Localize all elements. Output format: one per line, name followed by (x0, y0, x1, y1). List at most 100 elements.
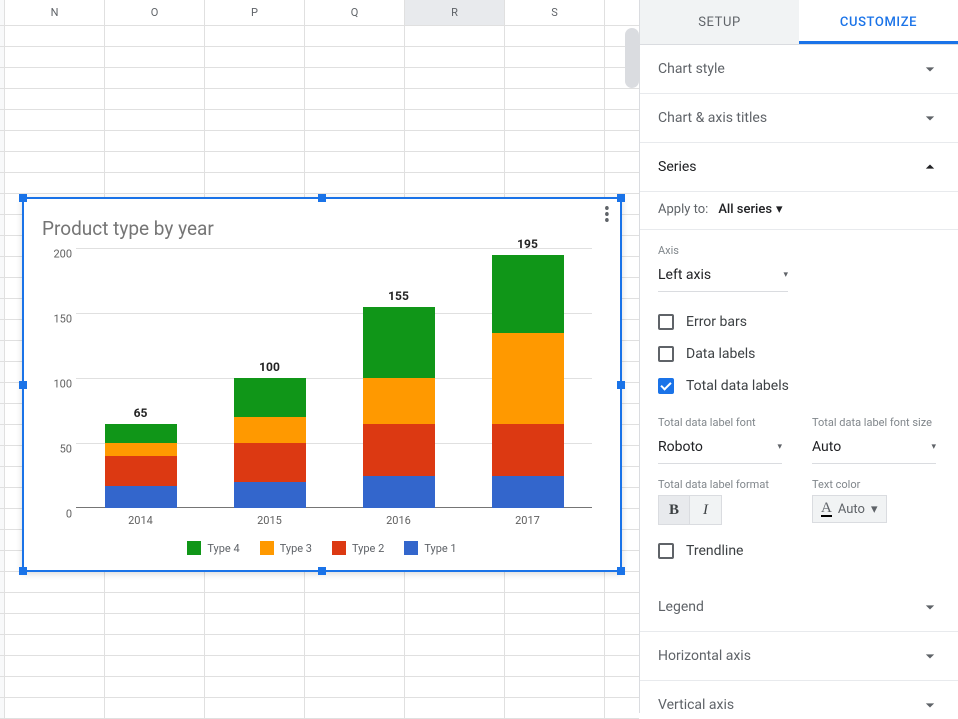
grid-row[interactable] (0, 677, 639, 698)
cell[interactable] (405, 152, 505, 172)
cell[interactable] (205, 110, 305, 130)
cell[interactable] (405, 173, 505, 193)
bar-segment-type-1[interactable] (105, 486, 177, 508)
cell[interactable] (505, 26, 605, 46)
cell[interactable] (5, 635, 105, 655)
cell[interactable] (505, 152, 605, 172)
checkbox-unchecked-icon[interactable] (658, 543, 674, 559)
bar-segment-type-1[interactable] (363, 476, 435, 509)
grid-row[interactable] (0, 26, 639, 47)
bar-segment-type-4[interactable] (105, 424, 177, 444)
legend-item-type-4[interactable]: Type 4 (187, 541, 239, 555)
grid-row[interactable] (0, 131, 639, 152)
tab-setup[interactable]: SETUP (640, 0, 799, 44)
cell[interactable] (5, 152, 105, 172)
accordion-series[interactable]: Series (640, 143, 958, 192)
bar-2014[interactable]: 65 (76, 248, 205, 508)
cell[interactable] (405, 89, 505, 109)
error-bars-checkbox-row[interactable]: Error bars (658, 306, 940, 338)
cell[interactable] (305, 572, 405, 592)
cell[interactable] (105, 572, 205, 592)
plot-area[interactable]: 05010015020065100155195 (76, 248, 592, 508)
cell[interactable] (405, 26, 505, 46)
column-header-O[interactable]: O (105, 0, 205, 25)
cell[interactable] (5, 173, 105, 193)
cell[interactable] (405, 656, 505, 676)
chart-options-icon[interactable]: ••• (604, 207, 610, 225)
grid-row[interactable] (0, 47, 639, 68)
cell[interactable] (405, 635, 505, 655)
axis-dropdown[interactable]: Left axis ▾ (658, 261, 788, 292)
checkbox-unchecked-icon[interactable] (658, 314, 674, 330)
checkbox-checked-icon[interactable] (658, 378, 674, 394)
cell[interactable] (205, 593, 305, 613)
cell[interactable] (105, 656, 205, 676)
cell[interactable] (5, 677, 105, 697)
legend-item-type-2[interactable]: Type 2 (332, 541, 384, 555)
cell[interactable] (505, 572, 605, 592)
grid-row[interactable] (0, 572, 639, 593)
cell[interactable] (205, 635, 305, 655)
cell[interactable] (5, 26, 105, 46)
column-header-P[interactable]: P (205, 0, 305, 25)
cell[interactable] (305, 593, 405, 613)
accordion-horizontal-axis[interactable]: Horizontal axis (640, 632, 958, 681)
grid-row[interactable] (0, 614, 639, 635)
cell[interactable] (205, 173, 305, 193)
cell[interactable] (205, 677, 305, 697)
cell[interactable] (205, 698, 305, 718)
cell[interactable] (105, 614, 205, 634)
cell[interactable] (5, 656, 105, 676)
cell[interactable] (205, 614, 305, 634)
grid-row[interactable] (0, 152, 639, 173)
cell[interactable] (305, 656, 405, 676)
cell[interactable] (505, 593, 605, 613)
bar-segment-type-2[interactable] (492, 424, 564, 476)
cell[interactable] (205, 89, 305, 109)
cell[interactable] (505, 677, 605, 697)
cell[interactable] (505, 173, 605, 193)
cell[interactable] (405, 614, 505, 634)
cell[interactable] (505, 68, 605, 88)
cell[interactable] (505, 698, 605, 718)
cell[interactable] (405, 110, 505, 130)
cell[interactable] (105, 110, 205, 130)
cell[interactable] (105, 89, 205, 109)
chart-editor-selection[interactable]: ••• Product type by year 050100150200651… (22, 197, 622, 572)
checkbox-unchecked-icon[interactable] (658, 346, 674, 362)
accordion-vertical-axis[interactable]: Vertical axis (640, 681, 958, 713)
cell[interactable] (205, 68, 305, 88)
bar-segment-type-3[interactable] (234, 417, 306, 443)
cell[interactable] (105, 173, 205, 193)
cell[interactable] (405, 593, 505, 613)
column-header-N[interactable]: N (5, 0, 105, 25)
data-labels-checkbox-row[interactable]: Data labels (658, 338, 940, 370)
cell[interactable] (5, 698, 105, 718)
italic-button[interactable]: I (690, 495, 722, 525)
cell[interactable] (305, 635, 405, 655)
cell[interactable] (505, 47, 605, 67)
cell[interactable] (105, 47, 205, 67)
vertical-scrollbar[interactable] (625, 28, 639, 88)
cell[interactable] (405, 677, 505, 697)
cell[interactable] (505, 89, 605, 109)
legend-item-type-1[interactable]: Type 1 (404, 541, 456, 555)
grid-row[interactable] (0, 593, 639, 614)
cell[interactable] (305, 152, 405, 172)
cell[interactable] (105, 593, 205, 613)
cell[interactable] (105, 26, 205, 46)
bar-segment-type-3[interactable] (492, 333, 564, 424)
cell[interactable] (305, 110, 405, 130)
bar-segment-type-1[interactable] (492, 476, 564, 509)
cell[interactable] (5, 47, 105, 67)
cell[interactable] (405, 47, 505, 67)
accordion-chart-style[interactable]: Chart style (640, 45, 958, 94)
bar-segment-type-4[interactable] (492, 255, 564, 333)
bold-button[interactable]: B (658, 495, 690, 525)
bar-segment-type-4[interactable] (234, 378, 306, 417)
cell[interactable] (105, 698, 205, 718)
cell[interactable] (505, 635, 605, 655)
bar-segment-type-3[interactable] (105, 443, 177, 456)
cell[interactable] (105, 152, 205, 172)
grid-row[interactable] (0, 110, 639, 131)
